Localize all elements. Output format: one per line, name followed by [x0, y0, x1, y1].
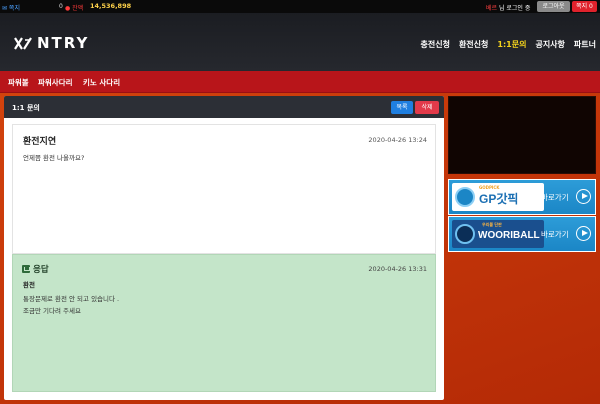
top-status-bar: ✉ 쪽지 0 ● 잔액 14,536,898 베르 님 로그인 중 로그아웃 쪽… — [0, 0, 600, 13]
nav-withdraw[interactable]: 환전신청 — [459, 39, 488, 50]
logout-button[interactable]: 로그아웃 — [537, 1, 570, 12]
godpick-banner[interactable]: GODPICK GP갓픽 바로가기 — [448, 179, 596, 215]
godpick-go-label: 바로가기 — [541, 193, 569, 202]
site-logo[interactable]: NTRY — [14, 33, 90, 52]
inquiry-panel: 1:1 문의 목록 삭제 환전지연 2020-04-26 13:24 언제쯤 환… — [4, 96, 444, 400]
answer-box: 응답 2020-04-26 13:31 환전 통장문제로 환전 안 되고 있습니… — [12, 254, 436, 392]
question-date: 2020-04-26 13:24 — [368, 136, 427, 144]
login-status-text: 님 로그인 중 — [498, 5, 531, 12]
video-player[interactable] — [448, 96, 596, 174]
mail-label[interactable]: ✉ 쪽지 — [2, 3, 20, 12]
note-button[interactable]: 쪽지 0 — [572, 1, 597, 12]
wooriball-brand-text: WOORIBALL — [478, 230, 540, 241]
wooriball-banner[interactable]: 우리볼 단판 WOORIBALL 바로가기 — [448, 216, 596, 252]
login-status: 베르 님 로그인 중 — [486, 3, 530, 12]
list-button[interactable]: 목록 — [391, 101, 413, 114]
nav-notice[interactable]: 공지사항 — [535, 39, 564, 50]
nav-inquiry[interactable]: 1:1문의 — [497, 39, 526, 50]
play-icon — [576, 189, 591, 204]
delete-button[interactable]: 삭제 — [415, 101, 439, 114]
question-body: 언제쯤 환전 나올까요? — [23, 154, 85, 162]
godpick-logo: GODPICK GP갓픽 — [452, 183, 544, 211]
answer-date: 2020-04-26 13:31 — [368, 265, 427, 273]
balance-amount: 14,536,898 — [90, 2, 132, 10]
site-header: NTRY 충전신청 환전신청 1:1문의 공지사항 파트너 — [0, 13, 600, 71]
godpick-emblem-icon — [455, 187, 475, 207]
answer-header: 응답 — [22, 263, 49, 275]
question-title: 환전지연 — [23, 137, 57, 147]
answer-title: 응답 — [33, 265, 49, 275]
wooriball-go-label: 바로가기 — [541, 230, 569, 239]
game-menu: 파워볼 파워사다리 키노 사다리 — [0, 71, 600, 93]
logo-mark-icon — [14, 36, 32, 50]
godpick-brand-text: GP갓픽 — [479, 192, 519, 206]
main-nav: 충전신청 환전신청 1:1문의 공지사항 파트너 — [411, 39, 596, 50]
answer-line-2: 조금만 기다려 주세요 — [23, 307, 81, 315]
page-title: 1:1 문의 — [12, 104, 40, 112]
balance-label: ● 잔액 — [65, 5, 84, 12]
wooriball-small-text: 우리볼 단판 — [482, 222, 502, 227]
answer-subject: 환전 — [23, 281, 35, 289]
mail-count: 0 — [59, 3, 63, 10]
menu-powerball[interactable]: 파워볼 — [8, 77, 29, 88]
wooriball-emblem-icon — [455, 224, 475, 244]
play-icon — [576, 226, 591, 241]
menu-keno-ladder[interactable]: 키노 사다리 — [83, 77, 120, 88]
logo-text: NTRY — [37, 33, 90, 52]
wooriball-logo: 우리볼 단판 WOORIBALL — [452, 220, 544, 248]
reply-icon — [22, 265, 30, 273]
nav-deposit[interactable]: 충전신청 — [420, 39, 449, 50]
menu-power-ladder[interactable]: 파워사다리 — [38, 77, 73, 88]
answer-line-1: 통장문제로 환전 안 되고 있습니다 . — [23, 295, 120, 303]
question-box: 환전지연 2020-04-26 13:24 언제쯤 환전 나올까요? — [12, 124, 436, 254]
panel-header: 1:1 문의 목록 삭제 — [4, 96, 444, 118]
nav-partner[interactable]: 파트너 — [574, 39, 596, 50]
user-name: 베르 — [486, 5, 498, 12]
